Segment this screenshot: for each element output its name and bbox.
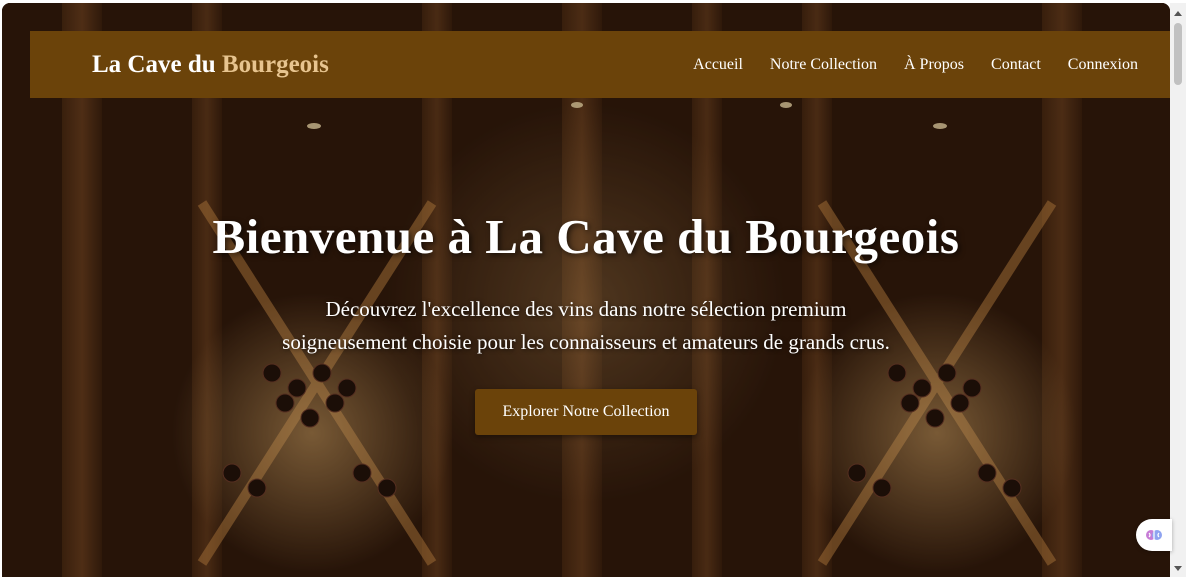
navbar: La Cave du Bourgeois Accueil Notre Colle… bbox=[30, 31, 1170, 98]
hero-subtitle: Découvrez l'excellence des vins dans not… bbox=[282, 297, 890, 354]
brand-name-accent: Bourgeois bbox=[221, 50, 329, 78]
nav-links: Accueil Notre Collection À Propos Contac… bbox=[693, 56, 1138, 74]
scroll-up-icon[interactable] bbox=[1174, 11, 1182, 16]
hero-section: Bienvenue à La Cave du Bourgeois Découvr… bbox=[2, 208, 1170, 435]
nav-link-contact[interactable]: Contact bbox=[991, 56, 1041, 74]
browser-viewport: La Cave du Bourgeois Accueil Notre Colle… bbox=[2, 3, 1170, 577]
brain-icon bbox=[1146, 530, 1162, 540]
vertical-scrollbar[interactable] bbox=[1170, 3, 1186, 577]
brand-name-part1: La Cave du bbox=[92, 50, 222, 78]
nav-link-a-propos[interactable]: À Propos bbox=[904, 56, 964, 74]
nav-link-collection[interactable]: Notre Collection bbox=[770, 56, 877, 74]
brand-logo[interactable]: La Cave du Bourgeois bbox=[92, 51, 329, 79]
nav-link-accueil[interactable]: Accueil bbox=[693, 56, 743, 74]
scroll-thumb[interactable] bbox=[1174, 23, 1182, 85]
assistant-widget-button[interactable] bbox=[1136, 519, 1172, 551]
scroll-down-icon[interactable] bbox=[1174, 566, 1182, 571]
nav-link-connexion[interactable]: Connexion bbox=[1068, 56, 1138, 74]
hero-title: Bienvenue à La Cave du Bourgeois bbox=[212, 209, 960, 264]
explore-collection-button[interactable]: Explorer Notre Collection bbox=[475, 389, 697, 435]
